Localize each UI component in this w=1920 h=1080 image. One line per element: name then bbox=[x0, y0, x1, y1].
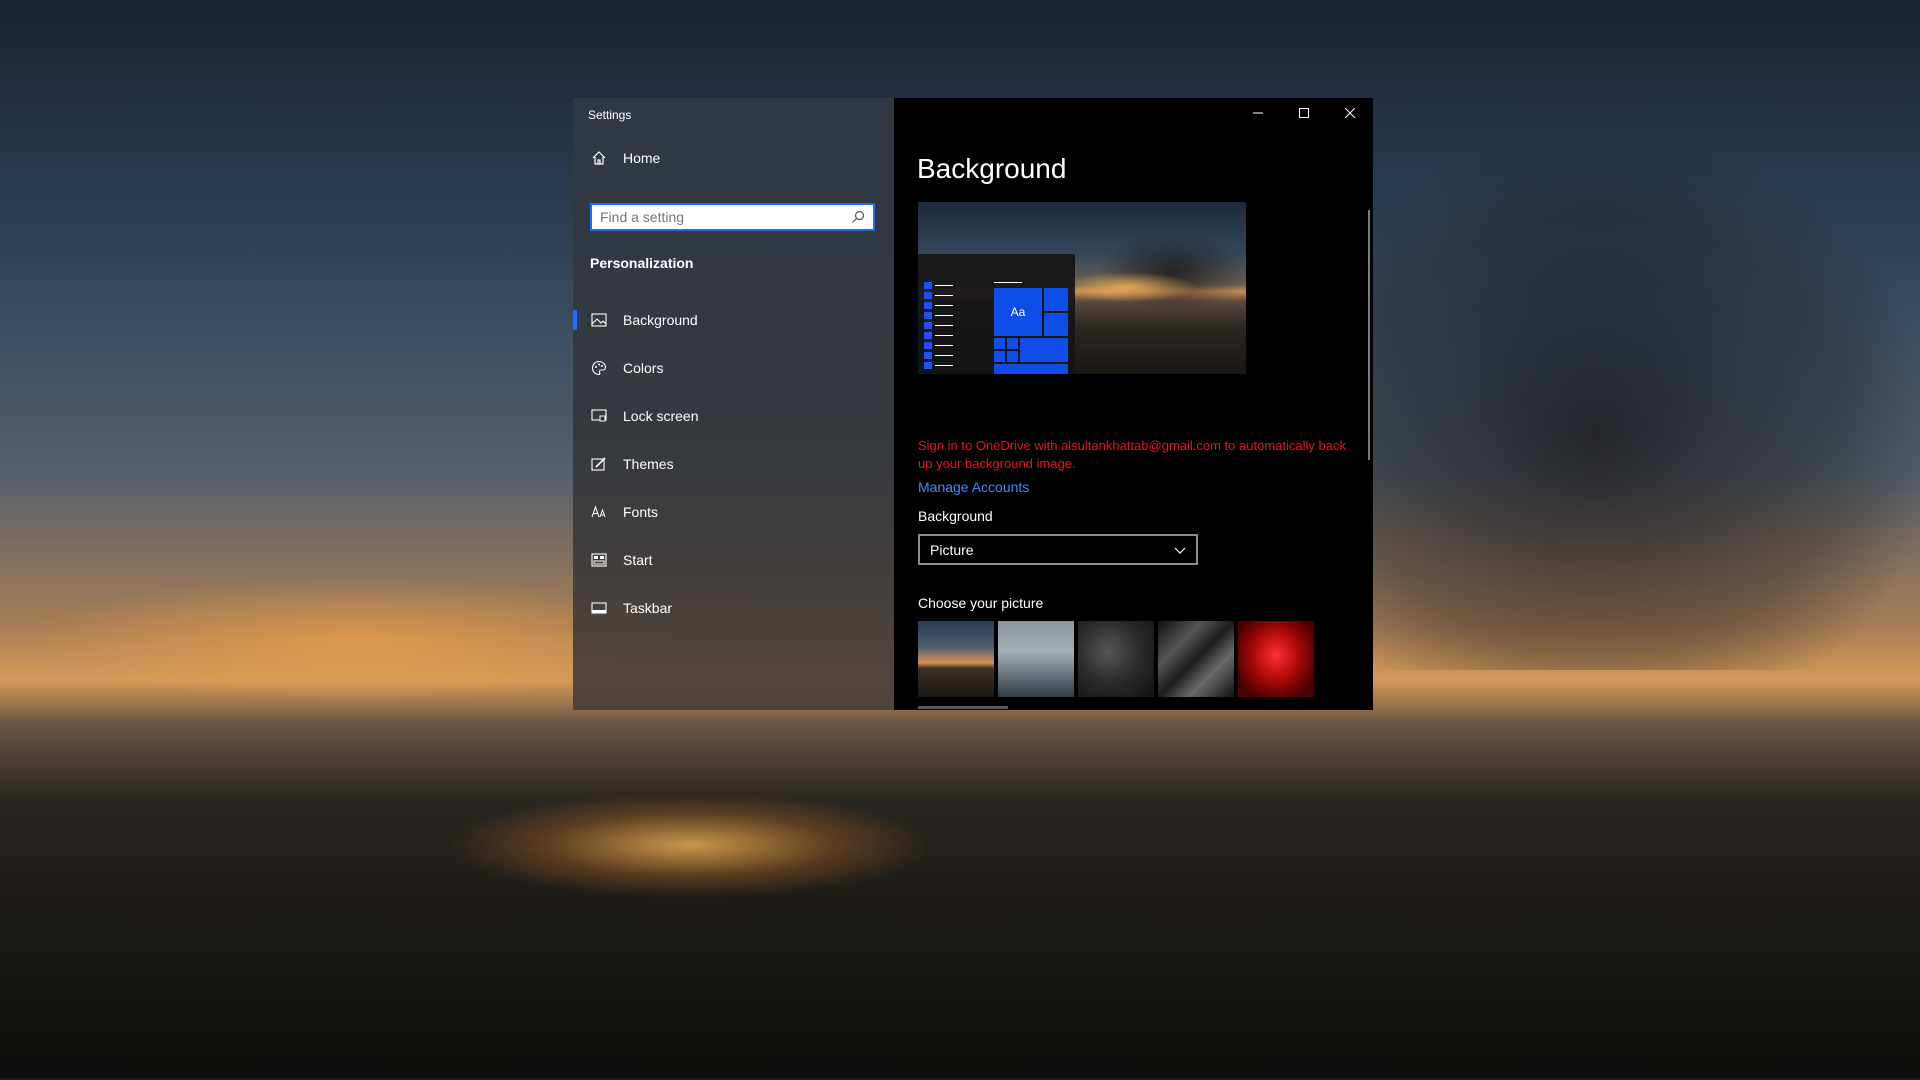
sidebar-item-label: Colors bbox=[623, 360, 664, 376]
home-icon bbox=[589, 148, 609, 168]
settings-window: Settings Home Personalization Background bbox=[573, 98, 1373, 710]
preview-tile bbox=[1044, 288, 1068, 311]
choose-picture-label: Choose your picture bbox=[918, 595, 1044, 611]
sidebar-item-taskbar[interactable]: Taskbar bbox=[573, 590, 894, 626]
picture-icon bbox=[589, 310, 609, 330]
sidebar-item-start[interactable]: Start bbox=[573, 542, 894, 578]
sidebar-item-colors[interactable]: Colors bbox=[573, 350, 894, 386]
preview-tile bbox=[1020, 338, 1068, 362]
sidebar-item-label: Lock screen bbox=[623, 408, 699, 424]
palette-icon bbox=[589, 358, 609, 378]
preview-app-list bbox=[924, 282, 954, 372]
picture-thumbnail-sunset[interactable] bbox=[918, 621, 1008, 709]
search-input[interactable] bbox=[592, 206, 849, 228]
section-title: Personalization bbox=[590, 255, 694, 271]
preview-tile bbox=[994, 364, 1068, 374]
page-title: Background bbox=[917, 153, 1067, 184]
lock-screen-icon bbox=[589, 406, 609, 426]
onedrive-notice: Sign in to OneDrive with alsultankhattab… bbox=[918, 438, 1346, 471]
preview-start-menu: Aa bbox=[918, 254, 1075, 374]
picture-thumbnail-rock[interactable] bbox=[1158, 621, 1234, 697]
start-icon bbox=[589, 550, 609, 570]
home-nav-item[interactable]: Home bbox=[573, 140, 894, 176]
background-dropdown[interactable]: Picture bbox=[918, 534, 1198, 565]
thumbnail-selected-indicator bbox=[918, 706, 1008, 709]
picture-thumbnail-water[interactable] bbox=[1078, 621, 1154, 697]
background-preview: Aa bbox=[918, 202, 1246, 374]
sidebar-item-background[interactable]: Background bbox=[573, 302, 894, 338]
preview-tile bbox=[1007, 351, 1018, 362]
preview-tile-aa: Aa bbox=[994, 288, 1042, 336]
sidebar-item-lock-screen[interactable]: Lock screen bbox=[573, 398, 894, 434]
close-icon bbox=[1344, 105, 1356, 123]
minimize-button[interactable] bbox=[1235, 98, 1281, 130]
desktop-wallpaper-clouds bbox=[1330, 150, 1920, 670]
search-box[interactable] bbox=[590, 203, 875, 231]
scrollbar[interactable] bbox=[1368, 210, 1370, 460]
sidebar: Settings Home Personalization Background bbox=[573, 98, 894, 710]
close-button[interactable] bbox=[1327, 98, 1373, 130]
minimize-icon bbox=[1253, 105, 1263, 123]
content-pane: Background Aa Sign in to OneDrive with a… bbox=[894, 98, 1373, 710]
picture-thumbnail-red-car[interactable] bbox=[1238, 621, 1314, 697]
picture-thumbnails bbox=[918, 621, 1314, 709]
sidebar-item-fonts[interactable]: Fonts bbox=[573, 494, 894, 530]
taskbar-icon bbox=[589, 598, 609, 618]
preview-tile bbox=[1007, 338, 1018, 349]
preview-tiles: Aa bbox=[994, 288, 1068, 374]
sidebar-item-themes[interactable]: Themes bbox=[573, 446, 894, 482]
brush-icon bbox=[589, 454, 609, 474]
maximize-button[interactable] bbox=[1281, 98, 1327, 130]
sidebar-item-label: Background bbox=[623, 312, 698, 328]
chevron-down-icon bbox=[1174, 542, 1186, 558]
picture-thumbnail-pier[interactable] bbox=[998, 621, 1074, 697]
preview-divider bbox=[994, 282, 1022, 283]
sidebar-item-label: Start bbox=[623, 552, 653, 568]
preview-sun-glow bbox=[1058, 272, 1198, 302]
app-title: Settings bbox=[588, 108, 632, 122]
search-icon[interactable] bbox=[849, 208, 867, 226]
background-dropdown-value: Picture bbox=[930, 541, 974, 558]
background-field-label: Background bbox=[918, 508, 993, 524]
sidebar-item-label: Taskbar bbox=[623, 600, 673, 616]
manage-accounts-link[interactable]: Manage Accounts bbox=[918, 479, 1029, 495]
preview-tile bbox=[1044, 313, 1068, 336]
sidebar-item-label: Themes bbox=[623, 456, 674, 472]
font-icon bbox=[589, 502, 609, 522]
home-label: Home bbox=[623, 150, 661, 166]
sidebar-item-label: Fonts bbox=[623, 504, 659, 520]
preview-tile bbox=[994, 351, 1005, 362]
maximize-icon bbox=[1299, 105, 1309, 123]
preview-tile bbox=[994, 338, 1005, 349]
